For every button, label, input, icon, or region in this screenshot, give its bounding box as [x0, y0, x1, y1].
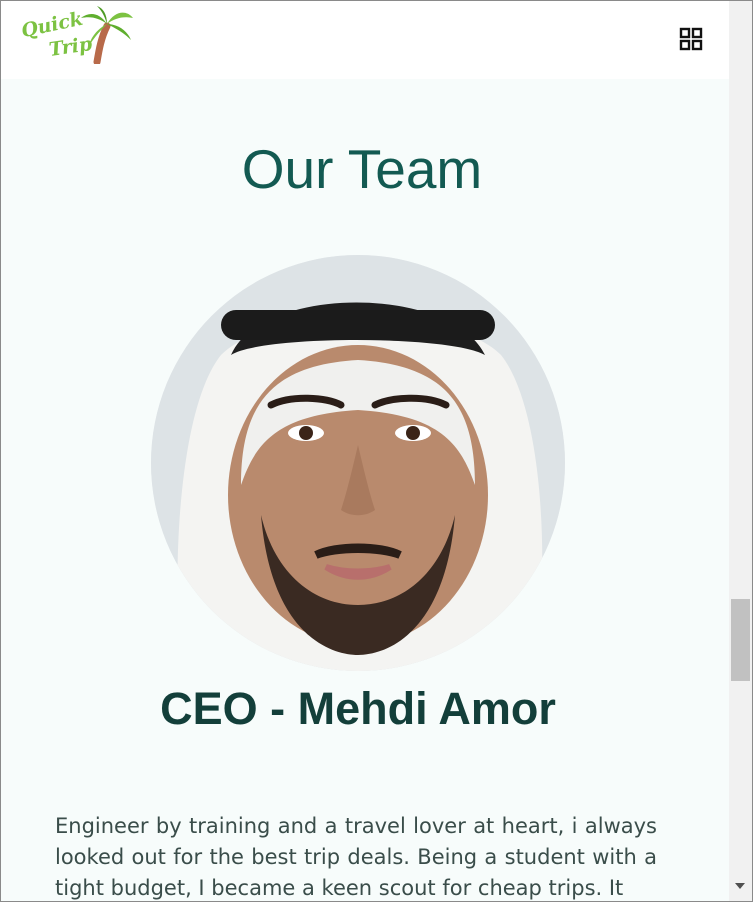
team-section: Our Team CEO - Mehdi Amor Engineer by tr… — [1, 79, 729, 901]
section-title: Our Team — [241, 138, 483, 200]
scroll-down-arrow-icon[interactable] — [735, 883, 745, 889]
quick-trip-logo[interactable]: Quick Trip — [19, 6, 134, 64]
member-name: CEO - Mehdi Amor — [160, 683, 556, 734]
grid-menu-icon — [679, 27, 703, 51]
member-photo — [151, 255, 565, 671]
browser-viewport: Quick Trip Our Team CEO - Mehdi Amor Eng… — [0, 0, 753, 902]
scrollbar-thumb[interactable] — [731, 599, 750, 681]
portrait-photo — [151, 255, 565, 671]
grid-menu-button[interactable] — [679, 27, 703, 51]
site-header: Quick Trip — [1, 1, 729, 79]
vertical-scrollbar[interactable] — [729, 1, 752, 901]
palm-tree-icon — [81, 6, 133, 64]
member-bio: Engineer by training and a travel lover … — [55, 814, 657, 900]
